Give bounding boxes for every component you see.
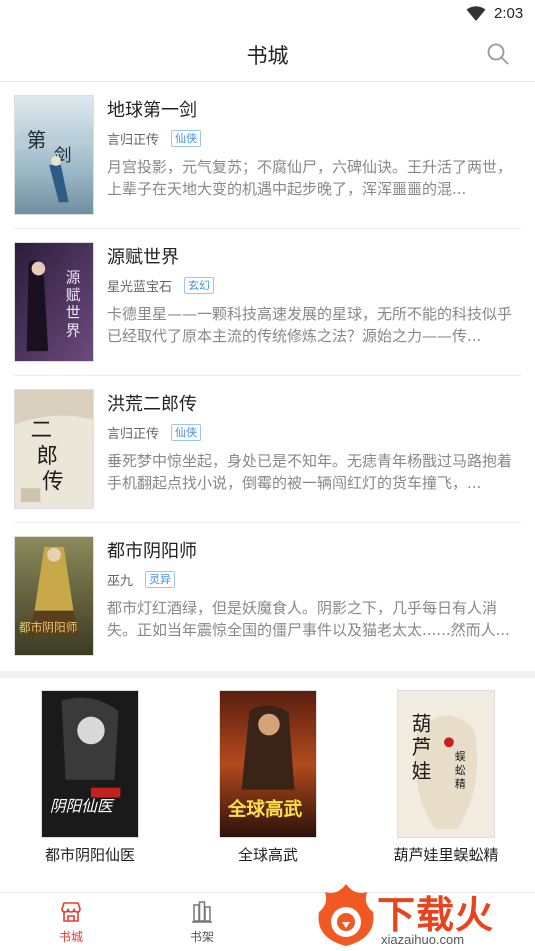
bookshelf-icon [192, 901, 212, 923]
watermark-text: 下载火 [377, 893, 495, 937]
svg-text:娃: 娃 [412, 760, 432, 783]
svg-text:传: 传 [42, 469, 63, 494]
book-title[interactable]: 源赋世界 [107, 243, 179, 269]
book-meta: 言归正传 仙侠 [107, 423, 202, 442]
book-description: 垂死梦中惊坐起，身处已是不知年。无痣青年杨戬过马路抱着手机翻起点找小说，倒霉的被… [107, 452, 513, 492]
page-title: 书城 [246, 44, 289, 68]
featured-book-cover[interactable]: 阴阳仙医 [41, 690, 139, 838]
svg-text:精: 精 [455, 778, 466, 791]
book-cover[interactable]: 都市阴阳师 [14, 536, 94, 656]
book-description: 月宫投影，元气复苏；不腐仙尸，六碑仙诀。王升活了两世，上辈子在天地大变的机遇中起… [107, 158, 513, 198]
book-description: 都市灯红酒绿，但是妖魔食人。阴影之下，几乎每日有人消失。正如当年震惊全国的僵尸事… [107, 599, 510, 639]
book-list-item[interactable]: 都市阴阳师 都市阴阳师 巫九 灵异 都市灯红酒绿，但是妖魔食人。阴影之下，几乎每… [14, 523, 521, 670]
featured-book-name[interactable]: 都市阴阳仙医 [20, 846, 160, 864]
svg-text:全球高武: 全球高武 [227, 798, 303, 820]
svg-text:蚣: 蚣 [455, 764, 466, 777]
app-bar: 书城 [0, 28, 535, 82]
watermark-url: xiazaihuo.com [381, 932, 465, 947]
svg-text:芦: 芦 [412, 736, 432, 759]
book-author: 言归正传 [107, 426, 160, 442]
svg-text:赋: 赋 [66, 287, 81, 304]
svg-text:郎: 郎 [36, 444, 57, 469]
book-author: 巫九 [107, 573, 134, 589]
store-icon [61, 902, 81, 922]
svg-text:二: 二 [31, 418, 52, 443]
svg-text:界: 界 [66, 322, 81, 339]
featured-book[interactable]: 葫 芦 娃 蜈 蚣 精 葫芦娃里蜈蚣精 [376, 690, 516, 864]
nav-tab-bookshelf[interactable]: 书架 [162, 899, 242, 945]
book-list-item[interactable]: 第 剑 地球第一剑 言归正传 仙侠 月宫投影，元气复苏；不腐仙尸，六碑仙诀。王升… [14, 82, 521, 229]
nav-label: 书城 [58, 930, 83, 944]
book-list: 第 剑 地球第一剑 言归正传 仙侠 月宫投影，元气复苏；不腐仙尸，六碑仙诀。王升… [0, 82, 535, 670]
book-title[interactable]: 地球第一剑 [107, 96, 197, 122]
status-bar: 2:03 [0, 0, 535, 28]
svg-text:源: 源 [66, 269, 81, 286]
genre-tag: 仙侠 [171, 129, 202, 147]
genre-tag: 仙侠 [171, 423, 202, 441]
featured-book-name[interactable]: 全球高武 [198, 846, 338, 864]
svg-text:都市阴阳师: 都市阴阳师 [19, 620, 78, 634]
search-icon[interactable] [486, 42, 510, 66]
genre-tag: 玄幻 [184, 276, 215, 294]
section-divider [0, 671, 535, 678]
book-list-item[interactable]: 源 赋 世 界 源赋世界 星光蓝宝石 玄幻 卡德里星——一颗科技高速发展的星球，… [14, 229, 521, 376]
svg-text:世: 世 [66, 305, 81, 322]
featured-book-cover[interactable]: 全球高武 [219, 690, 317, 838]
book-meta: 言归正传 仙侠 [107, 129, 202, 148]
flame-logo-icon [318, 884, 374, 946]
nav-tab-store[interactable]: 书城 [31, 899, 111, 945]
book-cover[interactable]: 二 郎 传 [14, 389, 94, 509]
book-title[interactable]: 都市阴阳师 [107, 537, 197, 563]
genre-tag: 灵异 [145, 570, 176, 588]
svg-text:阴阳仙医: 阴阳仙医 [50, 796, 115, 815]
book-description: 卡德里星——一颗科技高速发展的星球，无所不能的科技似乎已经取代了原本主流的传统修… [107, 305, 513, 345]
book-title[interactable]: 洪荒二郎传 [107, 390, 197, 416]
book-list-item[interactable]: 二 郎 传 洪荒二郎传 言归正传 仙侠 垂死梦中惊坐起，身处已是不知年。无痣青年… [14, 376, 521, 523]
svg-text:葫: 葫 [412, 712, 432, 735]
book-meta: 星光蓝宝石 玄幻 [107, 276, 215, 295]
status-time: 2:03 [494, 5, 524, 22]
svg-text:第: 第 [27, 129, 47, 152]
watermark-logo: 下载火 xiazaihuo.com [315, 880, 535, 951]
featured-book[interactable]: 全球高武 全球高武 [198, 690, 338, 864]
book-meta: 巫九 灵异 [107, 570, 176, 589]
book-author: 星光蓝宝石 [107, 279, 173, 295]
featured-book[interactable]: 阴阳仙医 都市阴阳仙医 [20, 690, 160, 864]
book-author: 言归正传 [107, 132, 160, 148]
svg-text:蜈: 蜈 [455, 750, 466, 763]
featured-book-cover[interactable]: 葫 芦 娃 蜈 蚣 精 [397, 690, 495, 838]
book-cover[interactable]: 第 剑 [14, 95, 94, 215]
featured-grid: 阴阳仙医 都市阴阳仙医 全球高武 全球高武 葫 芦 娃 蜈 蚣 精 葫芦娃里蜈蚣… [0, 678, 535, 892]
book-cover[interactable]: 源 赋 世 界 [14, 242, 94, 362]
nav-label: 书架 [189, 930, 214, 944]
wifi-icon [466, 6, 486, 21]
featured-book-name[interactable]: 葫芦娃里蜈蚣精 [376, 846, 516, 864]
